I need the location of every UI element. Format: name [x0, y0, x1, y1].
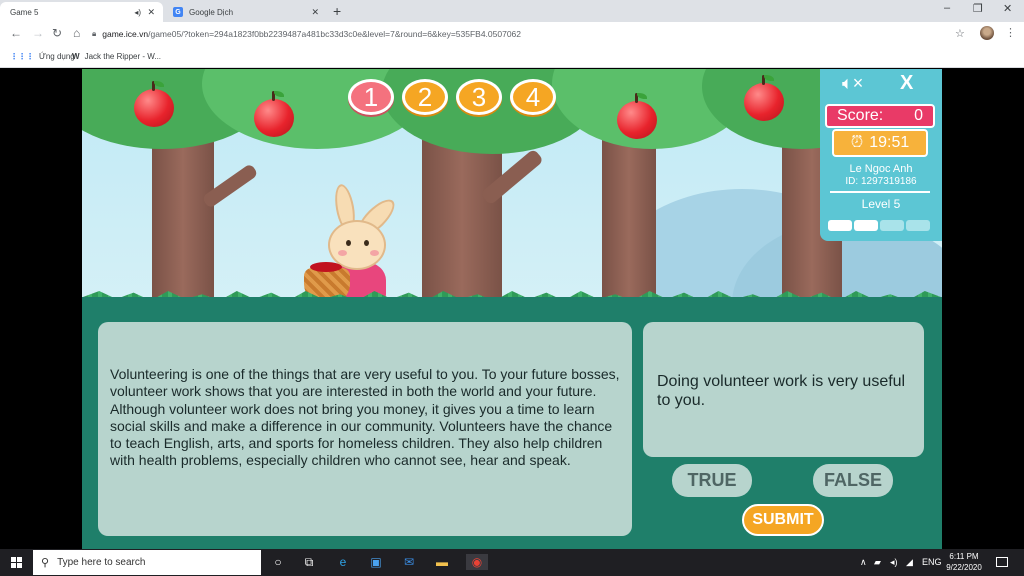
- chrome-icon[interactable]: ◉: [466, 554, 488, 570]
- progress-segment: [906, 220, 930, 231]
- timer-value: 19:51: [869, 134, 910, 151]
- bookmark-star-icon[interactable]: ☆: [955, 27, 965, 40]
- question-navigator: 1 2 3 4: [348, 79, 556, 115]
- volume-icon[interactable]: ◂): [890, 557, 898, 568]
- tab-label: Game 5: [10, 7, 39, 17]
- profile-avatar[interactable]: [980, 26, 994, 40]
- lock-icon: 🔒︎: [92, 28, 97, 38]
- apple[interactable]: [134, 81, 174, 127]
- apple[interactable]: [254, 91, 294, 137]
- network-icon[interactable]: ▰: [874, 557, 881, 568]
- true-button[interactable]: TRUE: [672, 464, 752, 497]
- new-tab-button[interactable]: +: [333, 3, 341, 19]
- tree-trunk: [602, 129, 656, 309]
- divider: [830, 191, 930, 193]
- timer-box: ⏰︎ 19:51: [832, 129, 928, 157]
- reading-passage: Volunteering is one of the things that a…: [98, 322, 632, 536]
- basket-apples: [310, 262, 342, 272]
- progress-segment: [854, 220, 878, 231]
- url-host: game.ice.vn: [102, 28, 149, 39]
- alarm-clock-icon: ⏰︎: [850, 134, 864, 151]
- progress-segment: [828, 220, 852, 231]
- notification-icon[interactable]: [996, 557, 1008, 567]
- user-id: ID: 1297319186: [845, 176, 917, 187]
- cortana-icon[interactable]: ○: [270, 554, 286, 570]
- bunny-eye: [364, 240, 369, 246]
- score-label: Score:: [837, 107, 884, 124]
- google-translate-icon: G: [173, 7, 183, 17]
- chevron-up-icon[interactable]: ∧: [860, 557, 867, 568]
- back-icon[interactable]: ←: [10, 26, 22, 40]
- close-tab-icon[interactable]: ✕: [311, 7, 319, 18]
- game-canvas: 1 2 3 4 🔈︎× X Score: 0 ⏰︎ 19:51 Le Ngoc …: [82, 69, 942, 549]
- tab-google-translate[interactable]: G Google Dịch ✕: [165, 2, 327, 22]
- task-view-icon[interactable]: ⧉: [301, 554, 317, 570]
- bookmarks-bar: ⋮⋮⋮ Ứng dụng W Jack the Ripper - W...: [0, 46, 1024, 68]
- user-name: Le Ngoc Anh: [849, 163, 913, 175]
- windows-taskbar: ⚲ Type here to search ○ ⧉ e ▣ ✉ ▬ ◉ ∧ ▰ …: [0, 549, 1024, 576]
- bunny-eye: [346, 240, 351, 246]
- home-icon[interactable]: ⌂: [73, 26, 80, 40]
- bunny-cheek: [338, 250, 347, 256]
- tab-label: Google Dịch: [189, 7, 234, 17]
- speaker-icon[interactable]: ◂): [134, 8, 141, 17]
- level-label: Level 5: [861, 197, 901, 211]
- tree-trunk: [152, 129, 214, 309]
- address-bar: ← → ↻ ⌂ 🔒︎ game.ice.vn/game05/?token=294…: [0, 22, 1024, 46]
- question-4-button[interactable]: 4: [510, 79, 556, 115]
- score-panel: 🔈︎× X Score: 0 ⏰︎ 19:51 Le Ngoc Anh ID: …: [820, 69, 942, 241]
- bunny-cheek: [370, 250, 379, 256]
- close-game-icon[interactable]: X: [900, 72, 913, 95]
- level-progress: [828, 220, 930, 231]
- search-placeholder: Type here to search: [57, 557, 146, 568]
- mail-icon[interactable]: ✉: [401, 554, 417, 570]
- store-icon[interactable]: ▣: [368, 554, 384, 570]
- question-1-button[interactable]: 1: [348, 79, 394, 115]
- bookmark-jack-the-ripper[interactable]: W Jack the Ripper - W...: [72, 52, 161, 61]
- minimize-button[interactable]: –: [944, 2, 950, 14]
- score-value: 0: [914, 107, 923, 124]
- score-box: Score: 0: [825, 104, 935, 128]
- bookmark-label: Ứng dụng: [39, 52, 75, 61]
- question-2-button[interactable]: 2: [402, 79, 448, 115]
- file-explorer-icon[interactable]: ▬: [434, 554, 450, 570]
- bookmark-apps[interactable]: ⋮⋮⋮ Ứng dụng: [10, 52, 75, 61]
- bookmark-label: Jack the Ripper - W...: [84, 52, 162, 61]
- restore-button[interactable]: ❐: [973, 2, 983, 15]
- submit-button[interactable]: SUBMIT: [742, 504, 824, 536]
- statement-card: Doing volunteer work is very useful to y…: [643, 322, 924, 457]
- close-tab-icon[interactable]: ✕: [147, 7, 155, 18]
- menu-kebab-icon[interactable]: ⋮: [1005, 26, 1016, 39]
- wifi-icon[interactable]: ◢: [906, 557, 913, 568]
- tree-trunk: [422, 129, 502, 309]
- clock-date: 9/22/2020: [946, 563, 982, 572]
- url-path: /game05/?token=294a1823f0bb2239487a481bc…: [148, 28, 522, 39]
- tab-game[interactable]: Game 5 ◂) ✕: [0, 2, 163, 80]
- apple[interactable]: [744, 75, 784, 121]
- apple[interactable]: [617, 93, 657, 139]
- tab-strip: Game 5 ◂) ✕ G Google Dịch ✕ + – ❐ ✕: [0, 0, 1024, 80]
- forward-icon[interactable]: →: [32, 26, 44, 40]
- wikipedia-icon: W: [72, 52, 80, 61]
- edge-icon[interactable]: e: [335, 554, 351, 570]
- apps-grid-icon: ⋮⋮⋮: [10, 52, 34, 61]
- false-button[interactable]: FALSE: [813, 464, 893, 497]
- taskbar-search-input[interactable]: ⚲ Type here to search: [33, 550, 261, 575]
- close-window-button[interactable]: ✕: [1003, 2, 1012, 15]
- clock-time: 6:11 PM: [949, 552, 979, 561]
- question-3-button[interactable]: 3: [456, 79, 502, 115]
- progress-segment: [880, 220, 904, 231]
- reload-icon[interactable]: ↻: [52, 26, 62, 40]
- mute-icon[interactable]: 🔈︎×: [842, 73, 863, 94]
- windows-start-icon[interactable]: [11, 557, 22, 568]
- url-field[interactable]: 🔒︎ game.ice.vn/game05/?token=294a1823f0b…: [92, 24, 972, 43]
- search-icon: ⚲: [41, 557, 50, 569]
- system-clock[interactable]: 6:11 PM 9/22/2020: [944, 551, 984, 573]
- language-indicator[interactable]: ENG: [922, 557, 942, 567]
